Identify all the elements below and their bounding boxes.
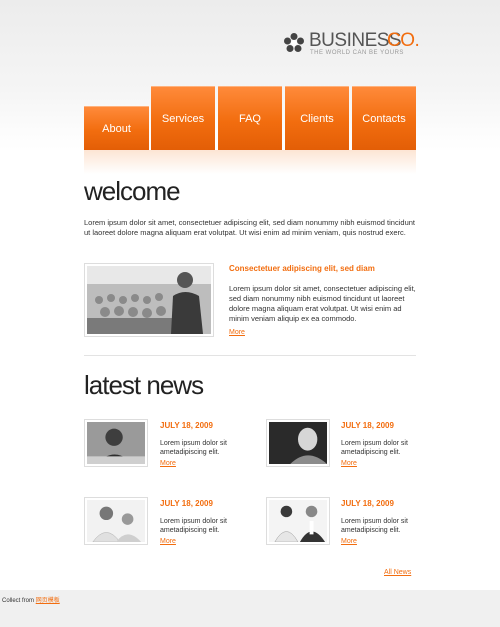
- main-nav: About Services FAQ Clients Contacts: [84, 0, 416, 160]
- nav-tab-about[interactable]: About: [84, 106, 149, 150]
- all-news-link[interactable]: All News: [384, 569, 411, 576]
- news-date: JULY 18, 2009: [341, 421, 394, 430]
- nav-tab-faq[interactable]: FAQ: [218, 86, 282, 150]
- news-heading: latest news: [84, 370, 204, 400]
- nav-tab-label: Services: [161, 113, 205, 125]
- news-more-link[interactable]: More: [341, 538, 357, 545]
- feature-title: Consectetuer adipiscing elit, sed diam: [229, 264, 375, 273]
- news-more-link[interactable]: More: [160, 460, 176, 467]
- nav-tab-label: About: [102, 123, 131, 135]
- conference-photo-image: [87, 266, 211, 334]
- nav-tab-label: Contacts: [362, 113, 406, 125]
- news-date: JULY 18, 2009: [341, 499, 394, 508]
- people-photo-image: [269, 500, 327, 542]
- news-date: JULY 18, 2009: [160, 499, 213, 508]
- footer-prefix: Collect from: [2, 598, 35, 604]
- welcome-intro-text: Lorem ipsum dolor sit amet, consectetuer…: [84, 218, 415, 237]
- feature-photo: [84, 263, 214, 337]
- nav-reflection: [84, 150, 416, 174]
- news-more-link[interactable]: More: [160, 538, 176, 545]
- news-text: Lorem ipsum dolor sit ametadipiscing eli…: [341, 440, 408, 456]
- person-photo-image: [87, 422, 145, 464]
- nav-tab-label: Clients: [300, 113, 334, 125]
- section-divider: [84, 355, 416, 356]
- feature-text: Lorem ipsum dolor sit amet, consectetuer…: [229, 284, 416, 323]
- nav-tab-label: FAQ: [238, 113, 261, 125]
- news-text: Lorem ipsum dolor sit ametadipiscing eli…: [160, 440, 227, 456]
- news-more-link[interactable]: More: [341, 460, 357, 467]
- person-photo-image: [269, 422, 327, 464]
- people-photo-image: [87, 500, 145, 542]
- news-thumb: [84, 419, 148, 467]
- feature-more-link[interactable]: More: [229, 329, 245, 336]
- news-text: Lorem ipsum dolor sit ametadipiscing eli…: [341, 518, 408, 534]
- nav-tab-contacts[interactable]: Contacts: [352, 86, 416, 150]
- news-thumb: [266, 497, 330, 545]
- news-thumb: [84, 497, 148, 545]
- news-date: JULY 18, 2009: [160, 421, 213, 430]
- news-thumb: [266, 419, 330, 467]
- footer-link[interactable]: 网页模板: [36, 598, 60, 604]
- welcome-heading: welcome: [84, 176, 181, 206]
- footer-credit: Collect from 网页模板: [2, 595, 60, 604]
- nav-tab-clients[interactable]: Clients: [285, 86, 349, 150]
- footer: [0, 590, 500, 627]
- nav-tab-services[interactable]: Services: [151, 86, 215, 150]
- news-text: Lorem ipsum dolor sit ametadipiscing eli…: [160, 518, 227, 534]
